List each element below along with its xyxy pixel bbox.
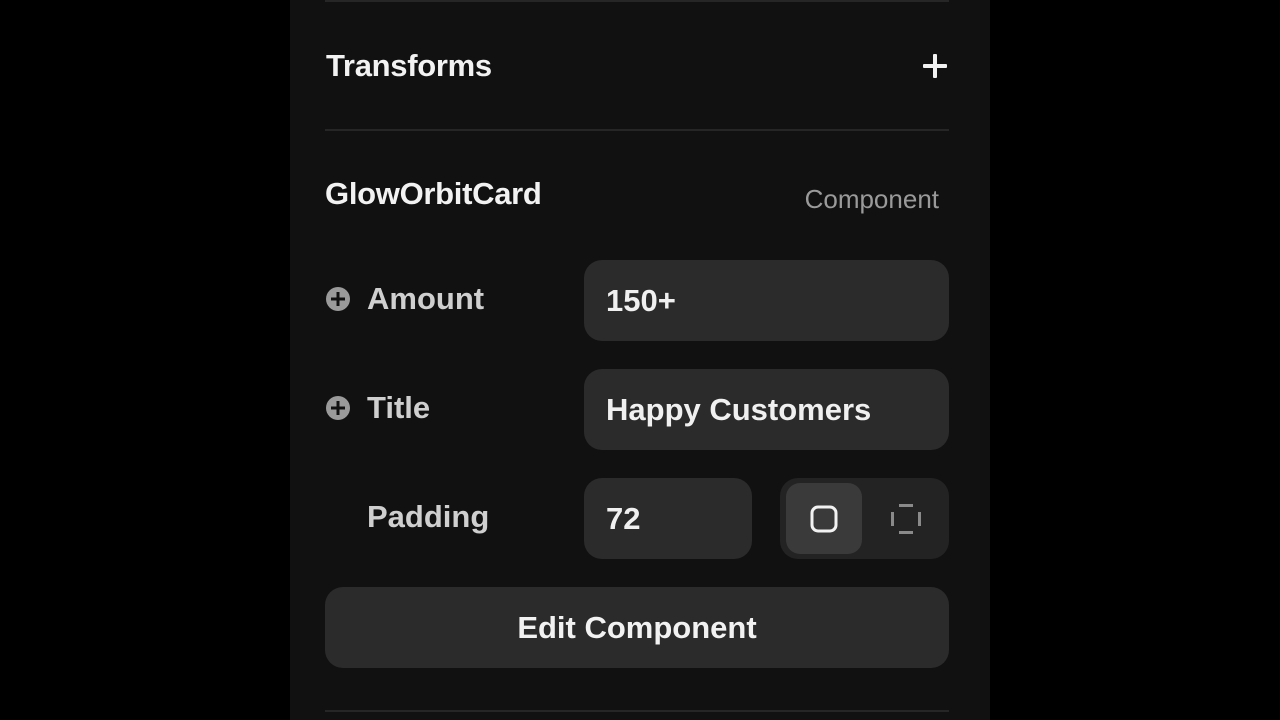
padding-label: Padding — [367, 499, 490, 534]
plus-icon — [923, 54, 947, 78]
plus-circle-icon[interactable] — [325, 395, 351, 421]
padding-individual-button[interactable] — [868, 483, 944, 554]
title-field[interactable]: Happy Customers — [584, 369, 949, 450]
component-name: GlowOrbitCard — [325, 176, 542, 211]
amount-label: Amount — [367, 281, 485, 316]
amount-label-row[interactable]: Amount — [325, 281, 484, 317]
top-divider — [325, 0, 949, 2]
padding-uniform-button[interactable] — [786, 483, 862, 554]
section-divider — [325, 129, 949, 131]
plus-circle-icon[interactable] — [325, 286, 351, 312]
padding-individual-icon — [891, 503, 921, 534]
padding-mode-toggle — [780, 478, 949, 559]
padding-field[interactable]: 72 — [584, 478, 752, 559]
add-transform-button[interactable] — [915, 46, 955, 86]
transforms-title: Transforms — [326, 48, 492, 83]
edit-component-button[interactable]: Edit Component — [325, 587, 949, 668]
bottom-divider — [325, 710, 949, 712]
padding-uniform-icon — [810, 505, 838, 532]
component-type-label: Component — [804, 184, 939, 214]
amount-field[interactable]: 150+ — [584, 260, 949, 341]
title-label-row[interactable]: Title — [325, 390, 430, 426]
title-label: Title — [367, 390, 431, 425]
